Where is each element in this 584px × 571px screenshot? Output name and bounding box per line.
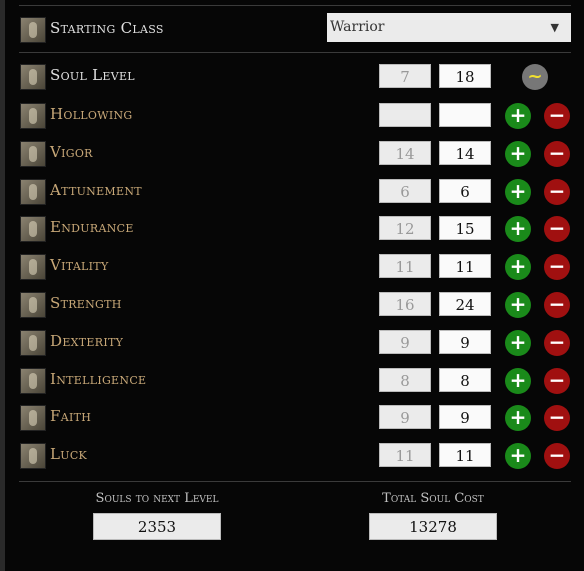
soul-level-base: 7 [379, 64, 431, 88]
stat-label: Luck [50, 445, 88, 464]
selected-class: Warrior [330, 19, 385, 35]
luck-icon [20, 443, 46, 470]
starting-class-select[interactable]: Warrior ▼ [327, 13, 571, 42]
stat-row-vitality: Vitality 11 11 + − [0, 254, 584, 281]
stat-row-hollowing: Hollowing + − [0, 103, 584, 129]
decrease-hollowing-button[interactable]: − [544, 103, 570, 129]
divider [19, 481, 571, 482]
total-cost-value: 13278 [369, 513, 497, 540]
decrease-vitality-button[interactable]: − [544, 254, 570, 281]
class-figure-icon [20, 17, 46, 43]
faith-icon [20, 405, 46, 432]
stat-base: 11 [379, 254, 431, 279]
increase-luck-button[interactable]: + [505, 443, 531, 470]
hollowing-icon [20, 103, 46, 129]
decrease-strength-button[interactable]: − [544, 292, 570, 318]
total-cost-label: Total Soul Cost [382, 491, 484, 506]
decrease-faith-button[interactable]: − [544, 405, 570, 432]
stat-label: Vitality [50, 256, 109, 275]
increase-faith-button[interactable]: + [505, 405, 531, 432]
decrease-dexterity-button[interactable]: − [544, 329, 570, 356]
stat-label: Intelligence [50, 369, 147, 388]
stat-label: Vigor [50, 142, 93, 161]
increase-endurance-button[interactable]: + [505, 216, 531, 243]
stat-current[interactable]: 14 [439, 140, 491, 165]
soul-level-current[interactable]: 18 [439, 64, 491, 88]
increase-dexterity-button[interactable]: + [505, 329, 531, 356]
stat-row-faith: Faith 9 9 + − [0, 405, 584, 432]
stat-current[interactable]: 8 [439, 367, 491, 392]
increase-attunement-button[interactable]: + [505, 178, 531, 205]
stat-row-intelligence: Intelligence 8 8 + − [0, 367, 584, 394]
stat-label: Dexterity [50, 331, 124, 350]
decrease-endurance-button[interactable]: − [544, 216, 570, 243]
stat-row-attunement: Attunement 6 6 + − [0, 178, 584, 205]
stat-row-vigor: Vigor 14 14 + − [0, 140, 584, 167]
stat-base: 9 [379, 329, 431, 354]
stat-current[interactable] [439, 103, 491, 127]
stat-base: 9 [379, 405, 431, 430]
stat-base: 16 [379, 292, 431, 316]
stat-base: 11 [379, 443, 431, 468]
stat-current[interactable]: 11 [439, 443, 491, 468]
increase-hollowing-button[interactable]: + [505, 103, 531, 129]
vitality-icon [20, 254, 46, 281]
stat-current[interactable]: 15 [439, 216, 491, 241]
decrease-intelligence-button[interactable]: − [544, 367, 570, 394]
soul-level-row: Soul Level 7 18 ~ [0, 64, 584, 90]
increase-vigor-button[interactable]: + [505, 140, 531, 167]
vigor-icon [20, 140, 46, 167]
stat-label: Hollowing [50, 105, 133, 123]
souls-next-value: 2353 [93, 513, 221, 540]
intelligence-icon [20, 367, 46, 394]
stat-row-dexterity: Dexterity 9 9 + − [0, 329, 584, 356]
stat-base: 8 [379, 367, 431, 392]
dexterity-icon [20, 329, 46, 356]
increase-strength-button[interactable]: + [505, 292, 531, 318]
starting-class-label: Starting Class [50, 19, 164, 37]
decrease-attunement-button[interactable]: − [544, 178, 570, 205]
stat-current[interactable]: 11 [439, 254, 491, 279]
strength-icon [20, 292, 46, 318]
decrease-vigor-button[interactable]: − [544, 140, 570, 167]
stat-current[interactable]: 9 [439, 329, 491, 354]
stat-base: 6 [379, 178, 431, 203]
soul-level-icon [20, 64, 46, 90]
stat-row-endurance: Endurance 12 15 + − [0, 216, 584, 243]
stat-base: 12 [379, 216, 431, 241]
reset-button[interactable]: ~ [522, 64, 548, 90]
stat-row-strength: Strength 16 24 + − [0, 292, 584, 318]
stat-current[interactable]: 24 [439, 292, 491, 316]
decrease-luck-button[interactable]: − [544, 443, 570, 470]
endurance-icon [20, 216, 46, 243]
stat-label: Faith [50, 407, 92, 426]
attunement-icon [20, 178, 46, 205]
stat-current[interactable]: 9 [439, 405, 491, 430]
chevron-down-icon: ▼ [550, 21, 559, 34]
stat-base: 14 [379, 140, 431, 165]
increase-intelligence-button[interactable]: + [505, 367, 531, 394]
increase-vitality-button[interactable]: + [505, 254, 531, 281]
stat-label: Endurance [50, 218, 134, 237]
souls-next-label: Souls to next Level [95, 491, 219, 506]
stat-base [379, 103, 431, 127]
stat-label: Attunement [50, 180, 142, 199]
stat-label: Strength [50, 294, 122, 312]
soul-level-label: Soul Level [50, 66, 135, 84]
divider [19, 5, 571, 6]
stat-row-luck: Luck 11 11 + − [0, 443, 584, 470]
stat-current[interactable]: 6 [439, 178, 491, 203]
divider [19, 52, 571, 53]
